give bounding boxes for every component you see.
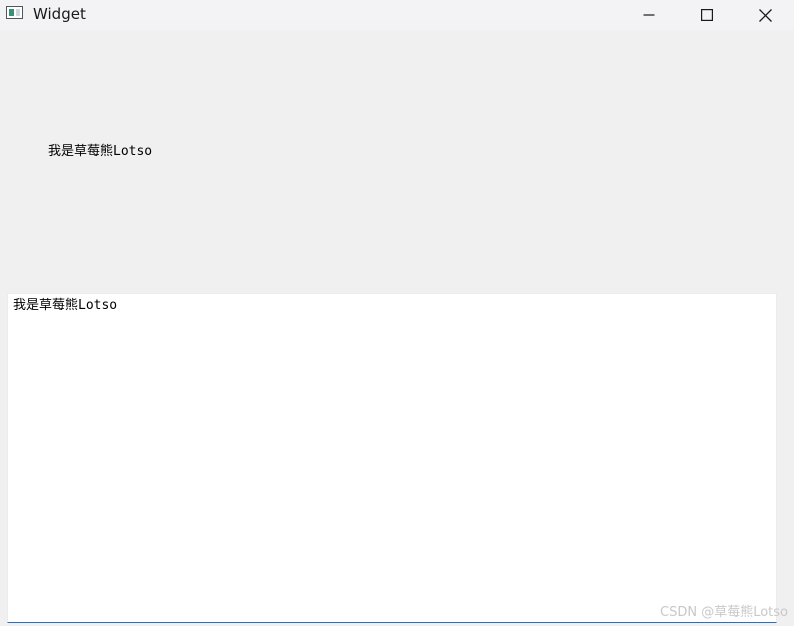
- widget-window: Widget 我是草莓熊Lotso 我是草莓熊Lotso CSDN @草莓熊Lo…: [0, 0, 794, 626]
- text-edit-content[interactable]: 我是草莓熊Lotso: [13, 297, 117, 315]
- widget-client-area: 我是草莓熊Lotso 我是草莓熊Lotso: [0, 30, 794, 626]
- minimize-icon: [643, 14, 655, 16]
- label: 我是草莓熊Lotso: [48, 144, 153, 159]
- maximize-icon: [701, 9, 713, 21]
- maximize-button[interactable]: [678, 0, 736, 30]
- title-bar[interactable]: Widget: [0, 0, 794, 30]
- text-edit[interactable]: 我是草莓熊Lotso: [7, 293, 777, 623]
- close-button[interactable]: [736, 0, 794, 30]
- close-icon: [758, 8, 772, 22]
- watermark: CSDN @草莓熊Lotso: [660, 605, 788, 620]
- window-app-icon: [6, 6, 23, 19]
- minimize-button[interactable]: [620, 0, 678, 30]
- window-title: Widget: [33, 5, 86, 23]
